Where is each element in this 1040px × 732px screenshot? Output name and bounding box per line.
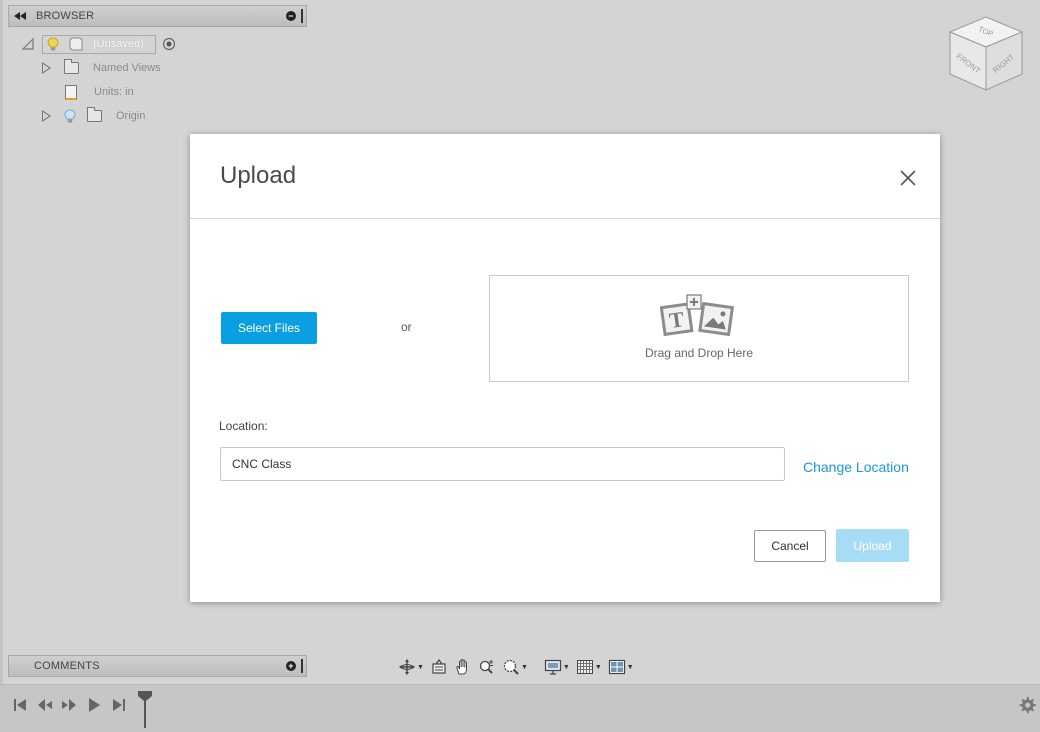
select-files-button[interactable]: Select Files [221,312,317,344]
navigation-toolbar: ▼ ▼ ▼ ▼ ▼ [398,656,640,678]
expand-triangle-icon[interactable] [42,62,51,74]
location-field[interactable] [220,447,785,481]
pan-hand-icon[interactable] [454,658,472,676]
fit-zoom-tool[interactable]: ▼ [502,658,528,676]
browser-title: BROWSER [36,10,95,22]
grid-settings-tool[interactable]: ▼ [576,658,602,676]
tree-root-row[interactable]: (Unsaved) [22,34,176,54]
timeline-bar [0,684,1040,732]
component-icon [69,37,83,51]
grid-settings-icon[interactable] [576,658,594,676]
look-at-tool[interactable] [430,658,448,676]
cancel-button[interactable]: Cancel [754,530,826,562]
zoom-tool[interactable] [478,658,496,676]
orbit-tool[interactable]: ▼ [398,658,424,676]
close-icon[interactable] [899,169,917,187]
dialog-title: Upload [220,162,297,189]
viewports-icon[interactable] [608,658,626,676]
panel-grip-icon[interactable] [301,659,303,673]
comments-title: COMMENTS [34,660,100,672]
dialog-divider [190,218,940,219]
chevron-down-icon[interactable]: ▼ [627,664,634,671]
display-settings-tool[interactable]: ▼ [544,658,570,676]
play-back-step-icon[interactable] [60,697,78,713]
root-label: (Unsaved) [93,38,144,50]
browser-panel-header[interactable]: BROWSER − [8,5,307,27]
zoom-icon[interactable] [478,658,496,676]
viewcube[interactable]: TOP FRONT RIGHT [946,14,1026,94]
play-icon[interactable] [86,697,102,713]
plus-circle-icon[interactable]: + [286,661,296,671]
lightbulb-icon[interactable] [47,37,59,52]
expanded-triangle-icon[interactable] [22,38,34,50]
location-label: Location: [219,419,268,433]
lightbulb-off-icon[interactable] [64,109,76,124]
tree-item-named-views[interactable]: Named Views [42,58,161,78]
tree-item-label: Named Views [93,62,161,74]
comments-panel-header[interactable]: COMMENTS + [8,655,307,677]
left-edge [0,0,3,684]
chevron-down-icon[interactable]: ▼ [563,664,570,671]
last-frame-icon[interactable] [111,697,127,713]
timeline-marker-icon[interactable] [137,690,153,730]
folder-icon [64,59,79,74]
drag-drop-zone[interactable]: T Drag and Drop Here [489,275,909,382]
folder-icon [87,107,102,122]
settings-gear-icon[interactable] [1018,696,1036,714]
tree-item-label: Units: in [94,86,134,98]
or-text: or [401,320,412,334]
expand-triangle-icon[interactable] [42,110,51,122]
tree-item-label: Origin [116,110,146,122]
look-at-icon[interactable] [430,658,448,676]
document-icon [65,84,77,100]
collapse-panel-icon[interactable] [14,11,28,21]
orbit-icon[interactable] [398,658,416,676]
chevron-down-icon[interactable]: ▼ [417,664,424,671]
panel-grip-icon[interactable] [301,9,303,23]
change-location-link[interactable]: Change Location [803,459,909,475]
display-settings-icon[interactable] [544,658,562,676]
first-frame-icon[interactable] [12,697,28,713]
file-types-icon: T [660,294,735,337]
minus-circle-icon[interactable]: − [286,11,296,21]
tree-item-units[interactable]: Units: in [65,82,134,102]
viewports-tool[interactable]: ▼ [608,658,634,676]
drop-text: Drag and Drop Here [644,346,754,360]
radio-activate-icon[interactable] [162,37,176,51]
tree-item-origin[interactable]: Origin [42,106,145,126]
fit-zoom-icon[interactable] [502,658,520,676]
chevron-down-icon[interactable]: ▼ [521,664,528,671]
upload-dialog: Upload Select Files or T Drag and Drop H… [190,134,940,602]
pan-tool[interactable] [454,658,472,676]
upload-button[interactable]: Upload [836,529,909,562]
chevron-down-icon[interactable]: ▼ [595,664,602,671]
root-node[interactable]: (Unsaved) [42,34,156,54]
previous-step-icon[interactable] [36,697,54,713]
